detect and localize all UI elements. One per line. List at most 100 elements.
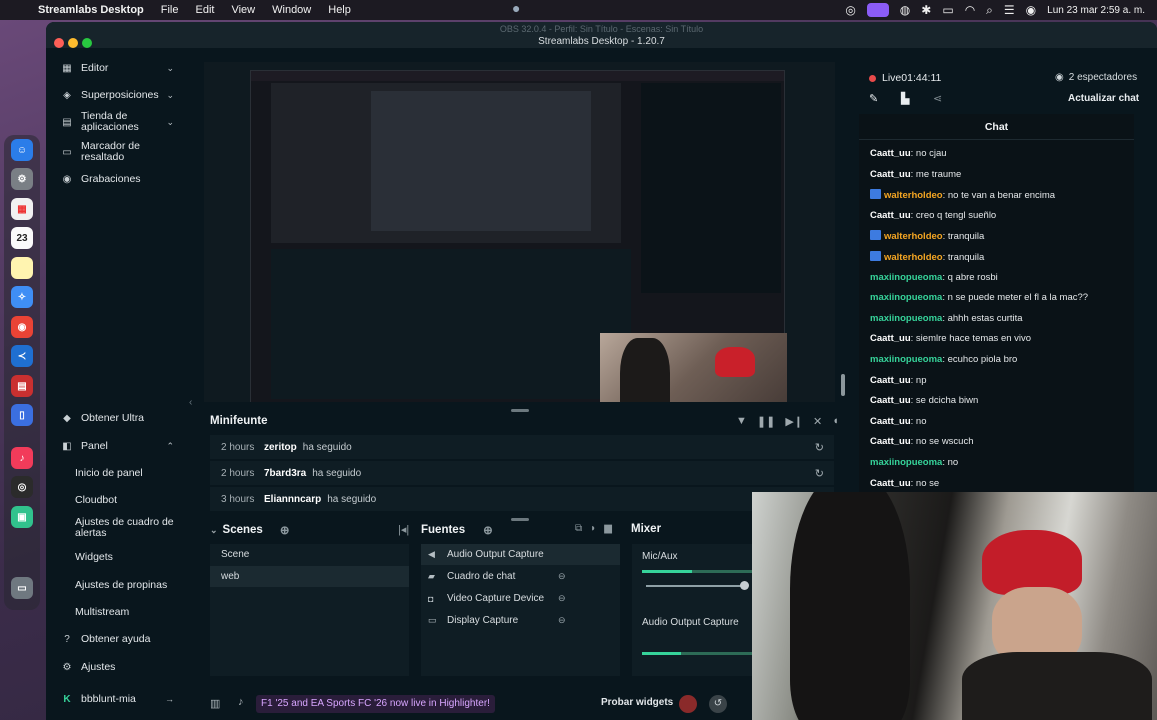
wifi-icon[interactable]: ◠ [965, 3, 975, 17]
chat-message[interactable]: walterholdeo: no te van a benar encima [870, 189, 1055, 201]
chat-message[interactable]: Caatt_uu: no cjau [870, 148, 947, 159]
sidebar-item-overlays[interactable]: ◈ Superposiciones ⌄ [46, 88, 186, 102]
chat-username[interactable]: Caatt_uu [870, 148, 911, 159]
chat-message[interactable]: Caatt_uu: se dcicha biwn [870, 395, 978, 406]
chrome-icon[interactable]: ◉ [11, 316, 33, 338]
chevron-down-icon[interactable]: ⌄ [166, 117, 174, 128]
menu-help[interactable]: Help [328, 4, 351, 16]
record-button[interactable] [679, 695, 697, 713]
audio-icon[interactable]: ◗ [590, 523, 596, 534]
lock-icon[interactable]: ⊖ [558, 615, 566, 626]
mute-alerts-icon[interactable]: ✕ [813, 415, 822, 428]
chat-message[interactable]: walterholdeo: tranquila [870, 230, 984, 242]
menu-view[interactable]: View [231, 4, 255, 16]
logout-icon[interactable]: → [165, 694, 174, 704]
scene-item-selected[interactable]: web [210, 566, 409, 587]
chat-username[interactable]: maxiinopueoma [870, 457, 942, 468]
bluetooth-icon[interactable]: ✱ [921, 3, 931, 17]
chat-message[interactable]: Caatt_uu: creo q tengl sueñlo [870, 210, 996, 221]
chat-message[interactable]: maxiinopueoma: ahhh estas curtita [870, 313, 1023, 324]
scene-item[interactable]: Scene [210, 544, 409, 565]
chat-username[interactable]: Caatt_uu [870, 416, 911, 427]
window-titlebar[interactable]: OBS 32.0.4 - Perfil: Sin Título - Escena… [46, 22, 1157, 48]
zoom-window-button[interactable] [82, 38, 92, 48]
minifeed-event[interactable]: 2 hours 7bard3ra ha seguido ↻ [210, 461, 834, 485]
streamlabs-icon[interactable]: ▣ [11, 506, 33, 528]
screen-share-icon[interactable]: ◎ [845, 3, 855, 17]
music-icon[interactable]: ♪ [11, 447, 33, 469]
chat-message[interactable]: Caatt_uu: me traume [870, 169, 961, 180]
sidebar-subitem-cloudbot[interactable]: Cloudbot [46, 493, 186, 507]
notes-icon[interactable] [11, 257, 33, 279]
recording-indicator-icon[interactable] [866, 3, 889, 17]
sidebar-subitem-alert-box[interactable]: Ajustes de cuadro de alertas [46, 516, 186, 540]
battery-icon[interactable]: ▭ [942, 3, 953, 17]
sidebar-subitem-dashboard-home[interactable]: Inicio de panel [46, 466, 186, 480]
trash-icon[interactable]: ▭ [11, 577, 33, 599]
source-item[interactable]: ▰ Cuadro de chat ⊖ [421, 566, 620, 587]
controls-icon[interactable]: ◍ [900, 3, 910, 17]
promo-banner[interactable]: F1 '25 and EA Sports FC '26 now live in … [256, 695, 495, 713]
chevron-up-icon[interactable]: ⌃ [166, 441, 174, 452]
sidebar-subitem-tip-settings[interactable]: Ajustes de propinas [46, 578, 186, 592]
close-window-button[interactable] [54, 38, 64, 48]
scene-transitions-icon[interactable]: |◂| [398, 523, 409, 536]
folder-icon[interactable]: ▆ [604, 523, 612, 534]
source-item[interactable]: ◘ Video Capture Device ⊖ [421, 588, 620, 609]
minifeed-event[interactable]: 2 hours zeritop ha seguido ↻ [210, 435, 834, 459]
add-scene-icon[interactable]: ⊕ [280, 523, 290, 537]
test-widgets-button[interactable]: Probar widgets [601, 697, 673, 708]
sidebar-item-ultra[interactable]: ◆ Obtener Ultra [46, 411, 186, 425]
sidebar-item-editor[interactable]: ▦ Editor ⌄ [46, 61, 186, 75]
chat-username[interactable]: Caatt_uu [870, 210, 911, 221]
sidebar-item-help[interactable]: ? Obtener ayuda [46, 632, 186, 646]
clip-icon[interactable]: ▙ [901, 92, 909, 105]
chat-username[interactable]: Caatt_uu [870, 169, 911, 180]
menu-window[interactable]: Window [272, 4, 311, 16]
chat-username[interactable]: walterholdeo [884, 190, 943, 201]
chat-username[interactable]: Caatt_uu [870, 395, 911, 406]
control-center-icon[interactable]: ☰ [1004, 3, 1015, 17]
chat-message[interactable]: Caatt_uu: np [870, 375, 927, 386]
finder-icon[interactable]: ☺ [11, 139, 33, 161]
menubar-app-name[interactable]: Streamlabs Desktop [38, 4, 144, 16]
chat-username[interactable]: walterholdeo [884, 231, 943, 242]
replay-buffer-icon[interactable]: ↺ [709, 695, 727, 713]
launchpad-icon[interactable]: ▦ [11, 198, 33, 220]
sidebar-account[interactable]: K bbblunt-mia → [46, 692, 186, 706]
sidebar-item-settings[interactable]: ⚙ Ajustes [46, 660, 186, 674]
chat-message[interactable]: Caatt_uu: no se wscuch [870, 436, 974, 447]
lock-icon[interactable]: ⊖ [558, 571, 566, 582]
system-settings-icon[interactable]: ⚙ [11, 168, 33, 190]
chat-message[interactable]: maxiinopueoma: q abre rosbi [870, 272, 998, 283]
chat-message[interactable]: maxiinopueoma: ecuhco piola bro [870, 354, 1017, 365]
notification-bell-icon[interactable]: ♪ [238, 696, 244, 708]
stats-icon[interactable]: ▥ [210, 697, 220, 710]
chat-message[interactable]: walterholdeo: tranquila [870, 251, 984, 263]
chat-username[interactable]: maxiinopueoma [870, 292, 942, 303]
menu-edit[interactable]: Edit [196, 4, 215, 16]
preview-resize-handle[interactable] [841, 374, 845, 396]
chat-username[interactable]: Caatt_uu [870, 375, 911, 386]
chat-username[interactable]: maxiinopueoma [870, 272, 942, 283]
sidebar-item-recordings[interactable]: ◉ Grabaciones [46, 172, 186, 186]
minimize-window-button[interactable] [68, 38, 78, 48]
chat-username[interactable]: Caatt_uu [870, 436, 911, 447]
chat-username[interactable]: maxiinopueoma [870, 313, 942, 324]
share-icon[interactable]: ⋖ [933, 92, 942, 105]
volume-slider[interactable] [646, 585, 746, 587]
refresh-chat-button[interactable]: Actualizar chat [1068, 93, 1139, 104]
sidebar-subitem-multistream[interactable]: Multistream [46, 605, 186, 619]
drag-handle[interactable] [511, 409, 529, 412]
chat-username[interactable]: walterholdeo [884, 252, 943, 263]
drag-handle[interactable] [511, 518, 529, 521]
volume-slider-knob[interactable] [740, 581, 749, 590]
calendar-icon[interactable]: 23 [11, 227, 33, 249]
collapse-sidebar-icon[interactable]: ‹ [189, 397, 192, 408]
filter-icon[interactable]: ▼ [736, 415, 747, 428]
source-item[interactable]: ▭ Display Capture ⊖ [421, 610, 620, 631]
minifeed-event[interactable]: 3 hours Eliannncarp ha seguido [210, 487, 834, 511]
chat-message[interactable]: maxiinopueoma: no [870, 457, 958, 468]
pause-icon[interactable]: ❚❚ [757, 415, 775, 428]
add-source-icon[interactable]: ⊕ [483, 523, 493, 537]
